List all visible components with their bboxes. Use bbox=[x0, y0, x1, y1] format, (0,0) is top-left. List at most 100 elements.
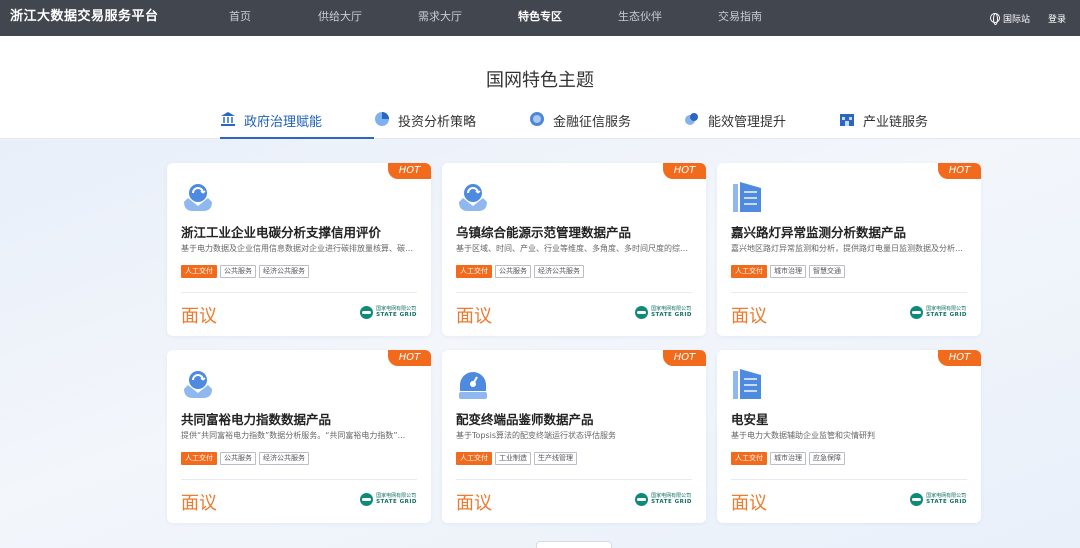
state-grid-logo-icon bbox=[360, 306, 374, 319]
building-icon bbox=[733, 182, 761, 212]
hot-badge: HOT bbox=[938, 350, 981, 366]
tag: 智慧交通 bbox=[809, 265, 845, 278]
tag: 公共服务 bbox=[220, 452, 256, 465]
main-nav: 首页 供给大厅 需求大厅 特色专区 生态伙伴 交易指南 bbox=[190, 0, 790, 36]
card-tags: 人工交付 公共服务 经济公共服务 bbox=[456, 265, 587, 278]
tab-government-governance[interactable]: 政府治理赋能 bbox=[220, 108, 374, 139]
tag: 公共服务 bbox=[495, 265, 531, 278]
card-price: 面议 bbox=[181, 306, 217, 327]
tab-label: 政府治理赋能 bbox=[244, 115, 323, 130]
tag: 工业制造 bbox=[495, 452, 531, 465]
card-divider bbox=[181, 479, 417, 480]
card-title: 配变终端品鉴师数据产品 bbox=[456, 412, 594, 427]
tab-label: 能效管理提升 bbox=[708, 115, 787, 130]
provider-name-en: STATE GRID bbox=[651, 312, 692, 318]
provider-logo: 国家电网有限公司 STATE GRID bbox=[635, 306, 692, 319]
product-card[interactable]: HOT 电安星 基于电力大数据辅助企业监管和灾情研判 人工交付 城市治理 应急保… bbox=[717, 350, 981, 523]
international-site-link[interactable]: 国际站 bbox=[989, 12, 1030, 25]
hot-badge: HOT bbox=[938, 163, 981, 179]
card-price: 面议 bbox=[181, 493, 217, 514]
globe-icon bbox=[989, 13, 1000, 25]
provider-name-en: STATE GRID bbox=[926, 312, 967, 318]
card-description: 提供“共同富裕电力指数”数据分析服务。“共同富裕电力指数”... bbox=[181, 431, 406, 440]
recycle-hands-icon bbox=[459, 184, 487, 211]
state-grid-logo-icon bbox=[910, 306, 924, 319]
tag: 人工交付 bbox=[456, 265, 492, 278]
tag: 应急保障 bbox=[809, 452, 845, 465]
tab-label: 金融征信服务 bbox=[553, 115, 632, 130]
tag: 经济公共服务 bbox=[259, 452, 309, 465]
card-divider bbox=[181, 292, 417, 293]
card-divider bbox=[456, 292, 692, 293]
card-title: 嘉兴路灯异常监测分析数据产品 bbox=[731, 225, 907, 240]
meter-icon bbox=[459, 372, 487, 399]
hot-badge: HOT bbox=[663, 163, 706, 179]
coin-icon bbox=[530, 112, 544, 126]
card-price: 面议 bbox=[731, 306, 767, 327]
tag: 生产线管理 bbox=[534, 452, 577, 465]
tab-industry-chain[interactable]: 产业链服务 bbox=[839, 108, 959, 139]
card-description: 嘉兴地区路灯异常监测和分析，提供路灯电量日监测数据及分析报告 bbox=[731, 244, 969, 253]
provider-logo: 国家电网有限公司 STATE GRID bbox=[360, 306, 417, 319]
provider-logo: 国家电网有限公司 STATE GRID bbox=[910, 493, 967, 506]
card-description: 基于区域、时间、产业、行业等维度、多角度、多时间尺度的综乡... bbox=[456, 244, 694, 253]
card-description: 基于电力大数据辅助企业监管和灾情研判 bbox=[731, 431, 875, 440]
tab-label: 投资分析策略 bbox=[398, 115, 477, 130]
card-title: 乌镇综合能源示范管理数据产品 bbox=[456, 225, 632, 240]
pie-chart-icon bbox=[375, 112, 389, 126]
more-button[interactable] bbox=[536, 541, 612, 548]
nav-trading-guide[interactable]: 交易指南 bbox=[690, 0, 790, 36]
provider-logo: 国家电网有限公司 STATE GRID bbox=[635, 493, 692, 506]
product-card[interactable]: HOT 浙江工业企业电碳分析支撑信用评价 基于电力数据及企业信用信息数据对企业进… bbox=[167, 163, 431, 336]
tab-investment-analysis[interactable]: 投资分析策略 bbox=[374, 108, 529, 139]
login-button[interactable]: 登录 bbox=[1048, 12, 1066, 25]
product-card[interactable]: HOT 配变终端品鉴师数据产品 基于Topsis算法的配变终端运行状态评估服务 … bbox=[442, 350, 706, 523]
provider-name-en: STATE GRID bbox=[651, 499, 692, 505]
card-divider bbox=[731, 292, 967, 293]
hot-badge: HOT bbox=[388, 163, 431, 179]
provider-name-en: STATE GRID bbox=[376, 499, 417, 505]
card-tags: 人工交付 城市治理 应急保障 bbox=[731, 452, 848, 465]
card-tags: 人工交付 公共服务 经济公共服务 bbox=[181, 452, 312, 465]
tab-label: 产业链服务 bbox=[863, 115, 929, 130]
state-grid-logo-icon bbox=[635, 306, 649, 319]
nav-featured-zone[interactable]: 特色专区 bbox=[490, 0, 590, 36]
card-price: 面议 bbox=[731, 493, 767, 514]
recycle-hands-icon bbox=[184, 184, 212, 211]
card-title: 电安星 bbox=[731, 412, 769, 427]
card-divider bbox=[456, 479, 692, 480]
card-tags: 人工交付 公共服务 经济公共服务 bbox=[181, 265, 312, 278]
card-price: 面议 bbox=[456, 306, 492, 327]
government-icon bbox=[221, 112, 235, 126]
section-header: 国网特色主题 政府治理赋能 投资分析策略 金融征信服务 能效管理提升 产业链服务 bbox=[0, 36, 1080, 139]
nav-ecosystem-partners[interactable]: 生态伙伴 bbox=[590, 0, 690, 36]
provider-logo: 国家电网有限公司 STATE GRID bbox=[360, 493, 417, 506]
provider-name-en: STATE GRID bbox=[376, 312, 417, 318]
card-description: 基于Topsis算法的配变终端运行状态评估服务 bbox=[456, 431, 617, 440]
nav-supply-hall[interactable]: 供给大厅 bbox=[290, 0, 390, 36]
product-card[interactable]: HOT 共同富裕电力指数数据产品 提供“共同富裕电力指数”数据分析服务。“共同富… bbox=[167, 350, 431, 523]
card-tags: 人工交付 城市治理 智慧交通 bbox=[731, 265, 848, 278]
product-card[interactable]: HOT 乌镇综合能源示范管理数据产品 基于区域、时间、产业、行业等维度、多角度、… bbox=[442, 163, 706, 336]
tag: 人工交付 bbox=[181, 265, 217, 278]
energy-icon bbox=[685, 113, 698, 125]
product-card[interactable]: HOT 嘉兴路灯异常监测分析数据产品 嘉兴地区路灯异常监测和分析，提供路灯电量日… bbox=[717, 163, 981, 336]
tag: 经济公共服务 bbox=[259, 265, 309, 278]
recycle-hands-icon bbox=[184, 371, 212, 398]
card-price: 面议 bbox=[456, 493, 492, 514]
tag: 城市治理 bbox=[770, 452, 806, 465]
brand-title[interactable]: 浙江大数据交易服务平台 bbox=[10, 0, 159, 36]
tab-energy-efficiency[interactable]: 能效管理提升 bbox=[684, 108, 839, 139]
building-icon bbox=[733, 369, 761, 399]
state-grid-logo-icon bbox=[360, 493, 374, 506]
state-grid-logo-icon bbox=[635, 493, 649, 506]
provider-name-en: STATE GRID bbox=[926, 499, 967, 505]
nav-home[interactable]: 首页 bbox=[190, 0, 290, 36]
nav-demand-hall[interactable]: 需求大厅 bbox=[390, 0, 490, 36]
tag: 城市治理 bbox=[770, 265, 806, 278]
top-right-actions: 国际站 登录 bbox=[989, 0, 1066, 36]
card-description: 基于电力数据及企业信用信息数据对企业进行碳排放量核算、碳排... bbox=[181, 244, 419, 253]
tag: 人工交付 bbox=[456, 452, 492, 465]
card-divider bbox=[731, 479, 967, 480]
tab-financial-credit[interactable]: 金融征信服务 bbox=[529, 108, 684, 139]
